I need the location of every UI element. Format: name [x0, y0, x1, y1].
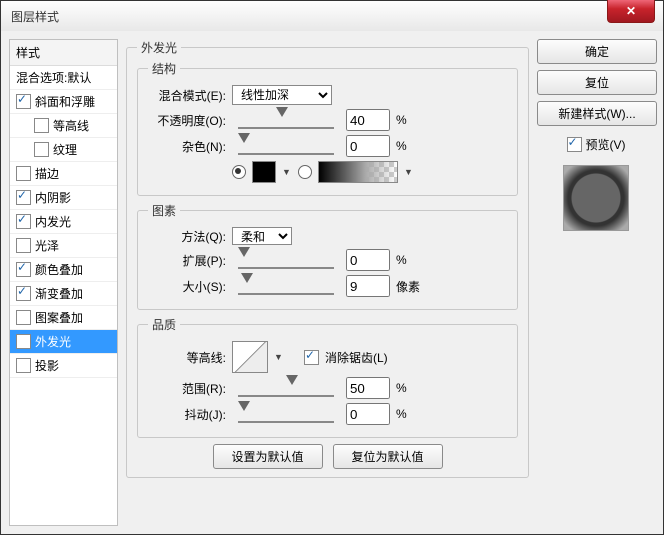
- sidebar-item-label: 内阴影: [35, 189, 71, 206]
- color-swatch[interactable]: [252, 161, 276, 183]
- sidebar-checkbox[interactable]: [16, 166, 31, 181]
- spread-input[interactable]: [346, 249, 390, 271]
- noise-slider[interactable]: [238, 137, 334, 155]
- sidebar-checkbox[interactable]: [16, 94, 31, 109]
- sidebar-item-label: 外发光: [35, 333, 71, 350]
- sidebar-item-8[interactable]: 渐变叠加: [10, 282, 117, 306]
- sidebar-item-label: 描边: [35, 165, 59, 182]
- sidebar-item-11[interactable]: 投影: [10, 354, 117, 378]
- sidebar-checkbox[interactable]: [34, 142, 49, 157]
- range-label: 范围(R):: [148, 380, 226, 397]
- swatch-dropdown-icon[interactable]: ▼: [282, 167, 292, 177]
- main-panel: 外发光 结构 混合模式(E): 线性加深 不透明度(O): % 杂色(N):: [126, 39, 529, 526]
- sidebar-item-label: 投影: [35, 357, 59, 374]
- sidebar-checkbox[interactable]: [16, 214, 31, 229]
- sidebar-header[interactable]: 样式: [10, 40, 117, 66]
- close-icon: ✕: [626, 4, 636, 18]
- preview-thumbnail: [563, 165, 629, 231]
- new-style-button[interactable]: 新建样式(W)...: [537, 101, 657, 126]
- preview-label: 预览(V): [586, 136, 626, 153]
- sidebar-blend-options[interactable]: 混合选项:默认: [10, 66, 117, 90]
- gradient-dropdown-icon[interactable]: ▼: [404, 167, 414, 177]
- sidebar-item-label: 渐变叠加: [35, 285, 83, 302]
- technique-select[interactable]: 柔和: [232, 227, 292, 245]
- sidebar-item-2[interactable]: 纹理: [10, 138, 117, 162]
- sidebar-checkbox[interactable]: [16, 286, 31, 301]
- spread-label: 扩展(P):: [148, 252, 226, 269]
- titlebar[interactable]: 图层样式 ✕: [1, 1, 663, 32]
- reset-default-button[interactable]: 复位为默认值: [333, 444, 443, 469]
- ok-button[interactable]: 确定: [537, 39, 657, 64]
- sidebar-item-6[interactable]: 光泽: [10, 234, 117, 258]
- action-column: 确定 复位 新建样式(W)... 预览(V): [537, 39, 655, 526]
- sidebar-checkbox[interactable]: [34, 118, 49, 133]
- sidebar-checkbox[interactable]: [16, 238, 31, 253]
- sidebar-item-label: 斜面和浮雕: [35, 93, 95, 110]
- jitter-input[interactable]: [346, 403, 390, 425]
- sidebar-item-5[interactable]: 内发光: [10, 210, 117, 234]
- jitter-label: 抖动(J):: [148, 406, 226, 423]
- noise-label: 杂色(N):: [148, 138, 226, 155]
- spread-slider[interactable]: [238, 251, 334, 269]
- preview-checkbox[interactable]: [567, 137, 582, 152]
- close-button[interactable]: ✕: [607, 0, 655, 23]
- sidebar-checkbox[interactable]: [16, 334, 31, 349]
- outer-glow-panel: 外发光 结构 混合模式(E): 线性加深 不透明度(O): % 杂色(N):: [126, 39, 529, 478]
- panel-title: 外发光: [137, 39, 181, 56]
- styles-sidebar: 样式 混合选项:默认 斜面和浮雕等高线纹理描边内阴影内发光光泽颜色叠加渐变叠加图…: [9, 39, 118, 526]
- set-default-button[interactable]: 设置为默认值: [213, 444, 323, 469]
- blend-mode-label: 混合模式(E):: [148, 87, 226, 104]
- size-label: 大小(S):: [148, 278, 226, 295]
- size-input[interactable]: [346, 275, 390, 297]
- sidebar-item-1[interactable]: 等高线: [10, 114, 117, 138]
- technique-label: 方法(Q):: [148, 228, 226, 245]
- sidebar-checkbox[interactable]: [16, 310, 31, 325]
- contour-picker[interactable]: [232, 341, 268, 373]
- opacity-slider[interactable]: [238, 111, 334, 129]
- antialias-label: 消除锯齿(L): [325, 349, 388, 366]
- sidebar-item-7[interactable]: 颜色叠加: [10, 258, 117, 282]
- sidebar-item-label: 颜色叠加: [35, 261, 83, 278]
- layer-style-dialog: 图层样式 ✕ 样式 混合选项:默认 斜面和浮雕等高线纹理描边内阴影内发光光泽颜色…: [0, 0, 664, 535]
- blend-mode-select[interactable]: 线性加深: [232, 85, 332, 105]
- gradient-radio[interactable]: [298, 165, 312, 179]
- size-slider[interactable]: [238, 277, 334, 295]
- structure-group: 结构 混合模式(E): 线性加深 不透明度(O): % 杂色(N):: [137, 60, 518, 196]
- solid-color-radio[interactable]: [232, 165, 246, 179]
- gradient-swatch[interactable]: [318, 161, 398, 183]
- sidebar-item-label: 光泽: [35, 237, 59, 254]
- window-title: 图层样式: [11, 8, 59, 25]
- sidebar-checkbox[interactable]: [16, 262, 31, 277]
- opacity-input[interactable]: [346, 109, 390, 131]
- range-input[interactable]: [346, 377, 390, 399]
- elements-group: 图素 方法(Q): 柔和 扩展(P): % 大小(S):: [137, 202, 518, 310]
- antialias-checkbox[interactable]: [304, 350, 319, 365]
- sidebar-checkbox[interactable]: [16, 190, 31, 205]
- sidebar-item-3[interactable]: 描边: [10, 162, 117, 186]
- cancel-button[interactable]: 复位: [537, 70, 657, 95]
- noise-input[interactable]: [346, 135, 390, 157]
- sidebar-item-4[interactable]: 内阴影: [10, 186, 117, 210]
- quality-group: 品质 等高线: ▼ 消除锯齿(L) 范围(R): %: [137, 316, 518, 438]
- sidebar-item-label: 图案叠加: [35, 309, 83, 326]
- sidebar-item-label: 纹理: [53, 141, 77, 158]
- opacity-label: 不透明度(O):: [148, 112, 226, 129]
- jitter-slider[interactable]: [238, 405, 334, 423]
- sidebar-checkbox[interactable]: [16, 358, 31, 373]
- sidebar-item-label: 等高线: [53, 117, 89, 134]
- contour-label: 等高线:: [148, 349, 226, 366]
- sidebar-item-10[interactable]: 外发光: [10, 330, 117, 354]
- contour-dropdown-icon[interactable]: ▼: [274, 352, 284, 362]
- sidebar-item-9[interactable]: 图案叠加: [10, 306, 117, 330]
- sidebar-item-label: 内发光: [35, 213, 71, 230]
- range-slider[interactable]: [238, 379, 334, 397]
- sidebar-item-0[interactable]: 斜面和浮雕: [10, 90, 117, 114]
